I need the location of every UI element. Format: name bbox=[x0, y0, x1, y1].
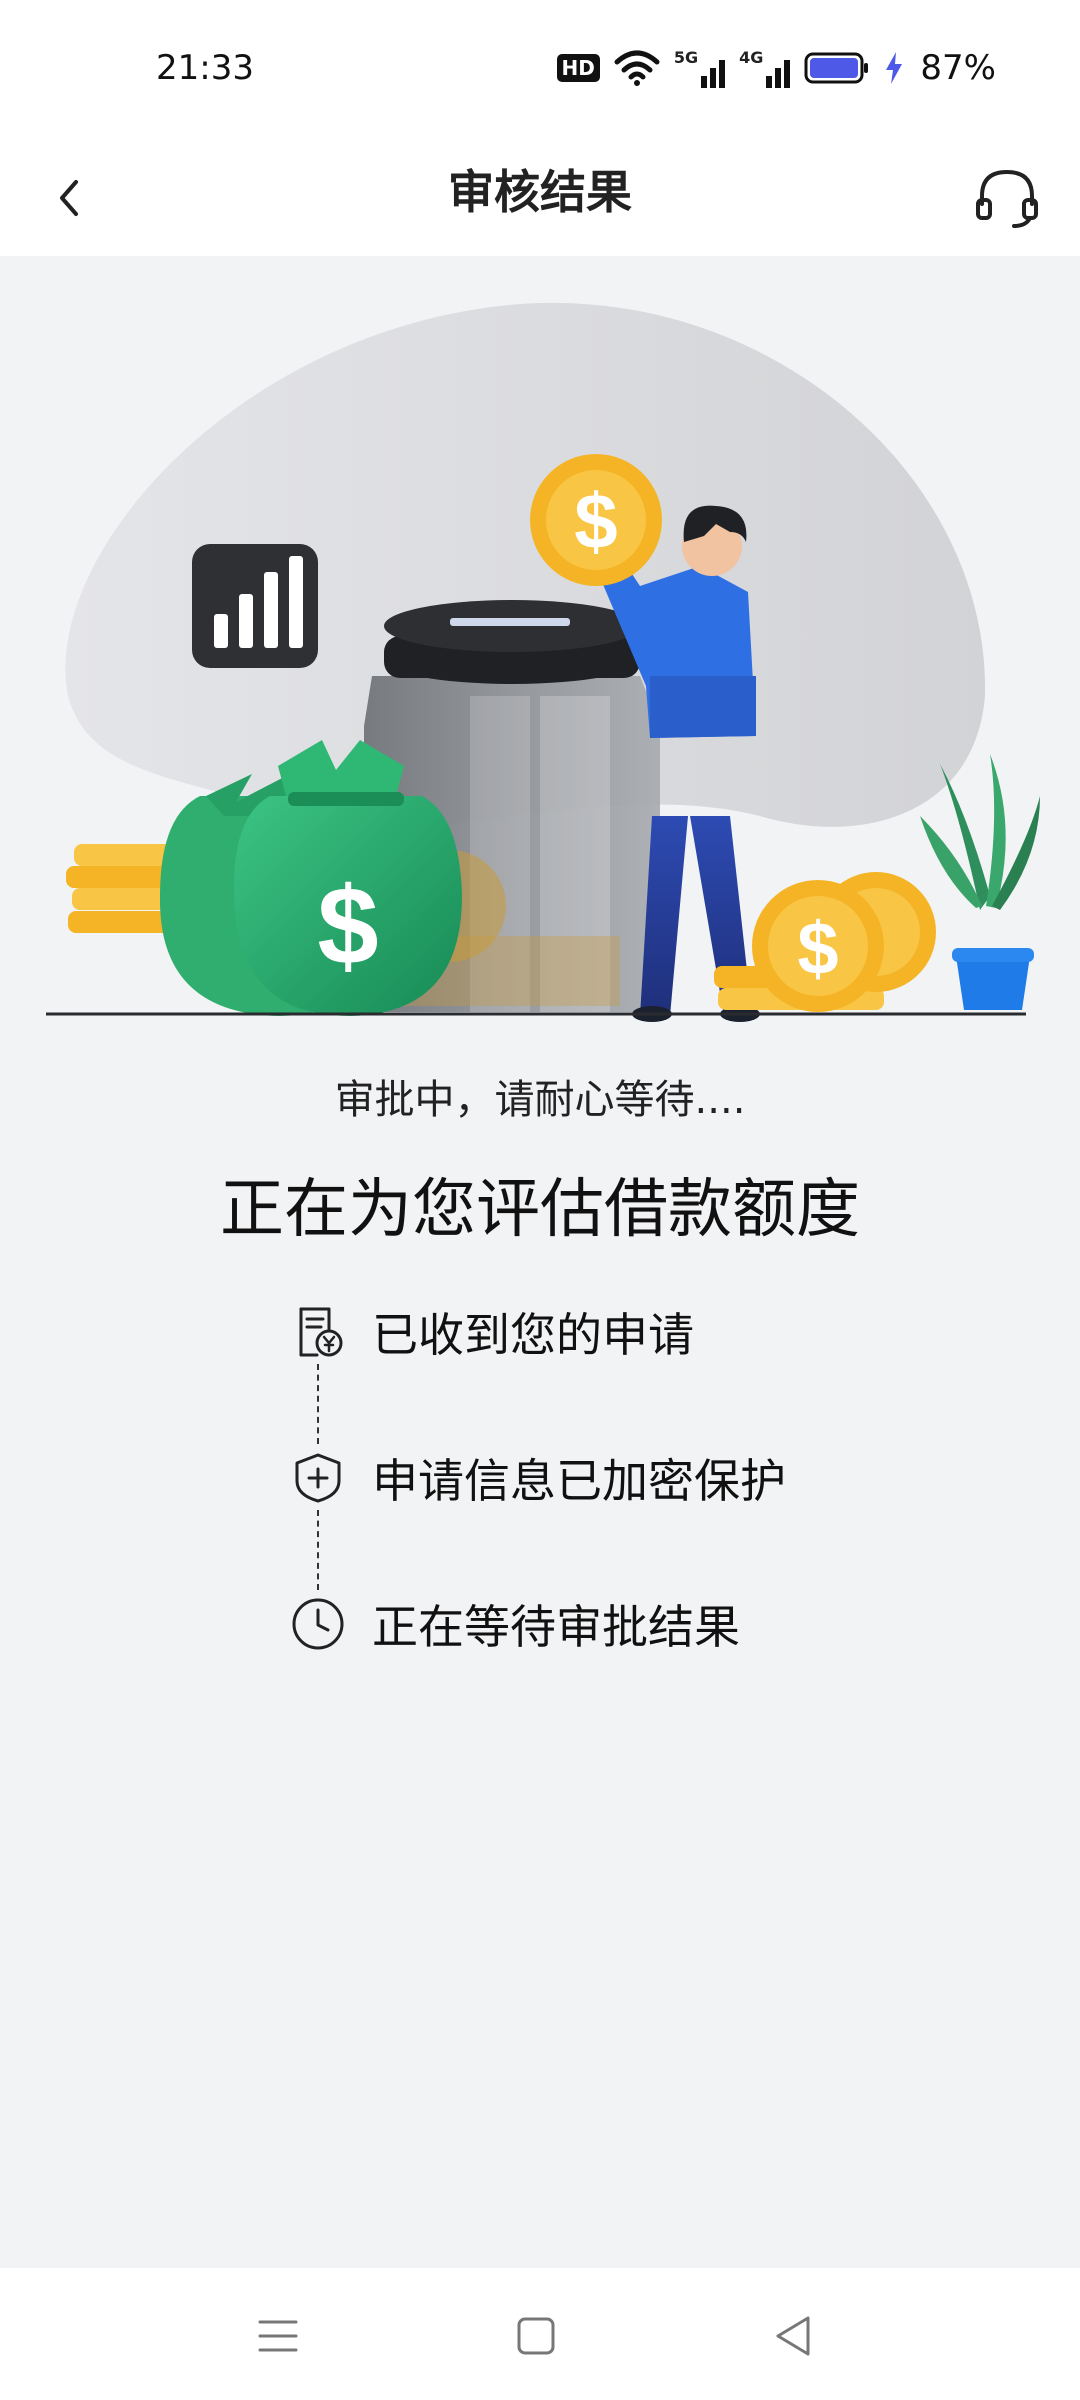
shield-plus-icon bbox=[295, 1453, 341, 1503]
wifi-icon bbox=[614, 50, 660, 86]
bag-dollar-symbol: $ bbox=[317, 865, 378, 988]
home-square-icon[interactable] bbox=[508, 2308, 564, 2364]
page-title: 审核结果 bbox=[448, 165, 632, 219]
step-icon-wrap bbox=[286, 1446, 350, 1510]
step-label: 申请信息已加密保护 bbox=[372, 1454, 786, 1508]
clock-icon bbox=[292, 1598, 344, 1650]
net-4g-label: 4G bbox=[739, 48, 764, 67]
coin-icon: $ bbox=[530, 454, 662, 586]
hero-illustration: $ $ $ bbox=[0, 256, 1080, 1026]
coin-stack-right: $ bbox=[714, 872, 936, 1012]
status-icons: HD 5G 4G 87% bbox=[556, 44, 996, 92]
headset-icon[interactable] bbox=[972, 162, 1042, 232]
header-bar: 审核结果 bbox=[0, 140, 1080, 256]
net-5g-label: 5G bbox=[673, 48, 699, 67]
back-triangle-icon[interactable] bbox=[766, 2308, 822, 2364]
menu-icon[interactable] bbox=[250, 2308, 306, 2364]
battery-percentage: 87% bbox=[920, 48, 996, 88]
hd-icon: HD bbox=[556, 54, 600, 82]
step-connector bbox=[317, 1510, 319, 1590]
step-connector bbox=[317, 1364, 319, 1444]
step-item: 已收到您的申请 bbox=[286, 1300, 694, 1364]
bar-chart-icon bbox=[192, 544, 318, 668]
progress-steps: 已收到您的申请 申请信息已加密保护 正在等待审批结果 bbox=[286, 1300, 886, 1680]
coin-dollar-symbol: $ bbox=[574, 477, 617, 565]
hero-svg: $ $ $ bbox=[46, 302, 1040, 1022]
status-time: 21:33 bbox=[156, 48, 254, 88]
status-title: 正在为您评估借款额度 bbox=[220, 1173, 860, 1247]
step-label: 正在等待审批结果 bbox=[372, 1600, 740, 1654]
document-yen-icon bbox=[299, 1307, 343, 1357]
charging-icon bbox=[886, 52, 903, 84]
step-label: 已收到您的申请 bbox=[372, 1308, 694, 1362]
step-icon-wrap bbox=[286, 1300, 350, 1364]
battery-icon bbox=[804, 52, 869, 84]
signal-5g-icon: 5G bbox=[673, 48, 726, 88]
signal-4g-icon: 4G bbox=[739, 48, 791, 88]
status-bar: 21:33 HD 5G 4G 87% bbox=[0, 0, 1080, 140]
step-item: 正在等待审批结果 bbox=[286, 1592, 740, 1656]
coin-right-dollar-symbol: $ bbox=[797, 907, 838, 990]
system-nav-bar bbox=[0, 2268, 1080, 2400]
step-icon-wrap bbox=[286, 1592, 350, 1656]
step-item: 申请信息已加密保护 bbox=[286, 1446, 786, 1510]
status-subtitle: 审批中，请耐心等待.... bbox=[334, 1077, 746, 1123]
